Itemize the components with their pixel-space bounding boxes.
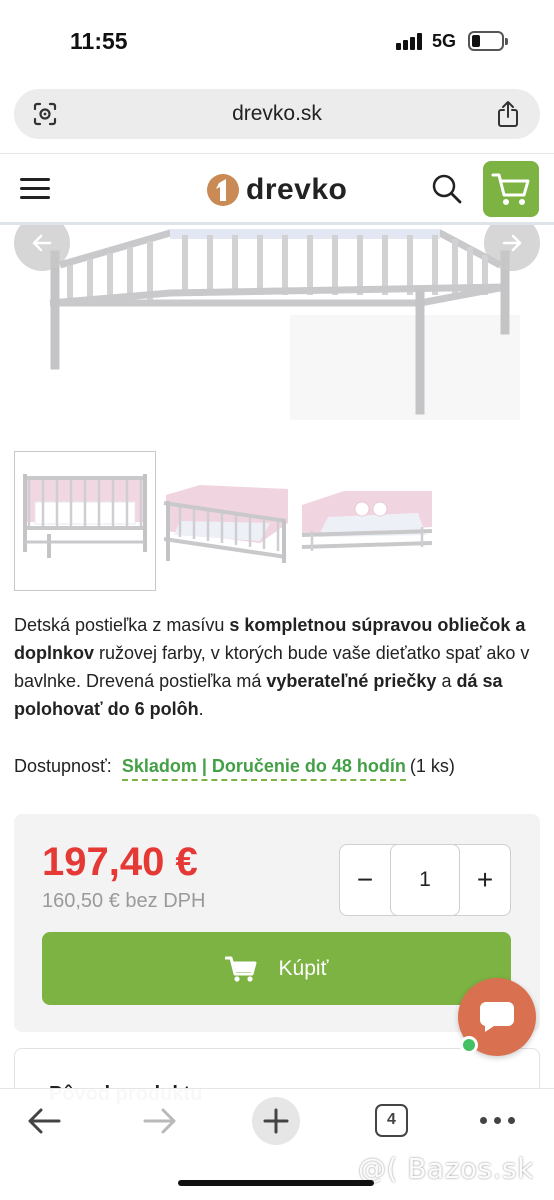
cart-icon bbox=[491, 173, 530, 205]
description-text-7: . bbox=[198, 699, 204, 719]
logo-icon bbox=[207, 174, 239, 206]
buy-button-label: Kúpiť bbox=[278, 956, 329, 980]
description-text-5: a bbox=[436, 671, 457, 691]
hamburger-icon[interactable] bbox=[20, 178, 50, 200]
share-icon[interactable] bbox=[496, 100, 520, 128]
new-tab-button[interactable] bbox=[252, 1097, 300, 1145]
quantity-input[interactable]: 1 bbox=[390, 844, 460, 916]
increase-quantity-button[interactable]: + bbox=[460, 845, 510, 915]
forward-icon[interactable] bbox=[142, 1105, 178, 1137]
availability-label: Dostupnosť: bbox=[14, 756, 112, 776]
description-text-1: Detská postieľka z masívu bbox=[14, 615, 230, 635]
thumbnail-strip bbox=[14, 451, 540, 593]
thumbnail-1[interactable] bbox=[14, 451, 156, 591]
description-text-4: vyberateľné priečky bbox=[266, 671, 437, 691]
back-icon[interactable] bbox=[26, 1105, 62, 1137]
price-net: 160,50 € bez DPH bbox=[42, 890, 206, 912]
search-icon[interactable] bbox=[431, 173, 463, 205]
product-image-main[interactable] bbox=[0, 225, 554, 425]
availability-row: Dostupnosť: Skladom | Doručenie do 48 hod… bbox=[14, 756, 455, 781]
watermark: @( Bazos.sk bbox=[358, 1152, 534, 1185]
page: 11:55 5G drevko.sk drevko Detská postieľ… bbox=[0, 0, 554, 1200]
url-text[interactable]: drevko.sk bbox=[14, 102, 540, 126]
chevron-right-icon bbox=[502, 234, 522, 252]
crib-image bbox=[0, 225, 554, 425]
home-indicator bbox=[178, 1180, 374, 1186]
network-type: 5G bbox=[432, 31, 457, 51]
site-header: drevko bbox=[0, 153, 554, 225]
tab-switcher-button[interactable]: 4 bbox=[375, 1104, 408, 1137]
quantity-stepper: − 1 + bbox=[339, 844, 511, 916]
logo-text: drevko bbox=[246, 173, 348, 206]
availability-qty: (1 ks) bbox=[409, 756, 455, 776]
buy-button[interactable]: Kúpiť bbox=[42, 932, 511, 1005]
logo[interactable]: drevko bbox=[206, 171, 347, 209]
chevron-left-icon bbox=[32, 234, 52, 252]
price: 197,40 € bbox=[42, 840, 198, 884]
plus-icon bbox=[263, 1108, 289, 1134]
more-icon[interactable] bbox=[480, 1117, 516, 1125]
availability-value[interactable]: Skladom | Doručenie do 48 hodín bbox=[121, 756, 406, 781]
online-indicator bbox=[460, 1036, 478, 1054]
battery-icon bbox=[468, 31, 508, 51]
thumbnail-2[interactable] bbox=[160, 451, 292, 591]
signal-icon bbox=[396, 32, 424, 50]
thumbnail-3[interactable] bbox=[298, 451, 433, 591]
status-time: 11:55 bbox=[70, 28, 128, 54]
decrease-quantity-button[interactable]: − bbox=[340, 845, 390, 915]
cart-button[interactable] bbox=[483, 161, 539, 217]
chat-icon bbox=[479, 1002, 514, 1032]
address-bar[interactable]: drevko.sk bbox=[14, 89, 540, 139]
status-bar: 11:55 5G bbox=[0, 0, 554, 80]
cart-icon bbox=[224, 956, 257, 982]
product-description: Detská postieľka z masívu s kompletnou s… bbox=[14, 611, 542, 723]
